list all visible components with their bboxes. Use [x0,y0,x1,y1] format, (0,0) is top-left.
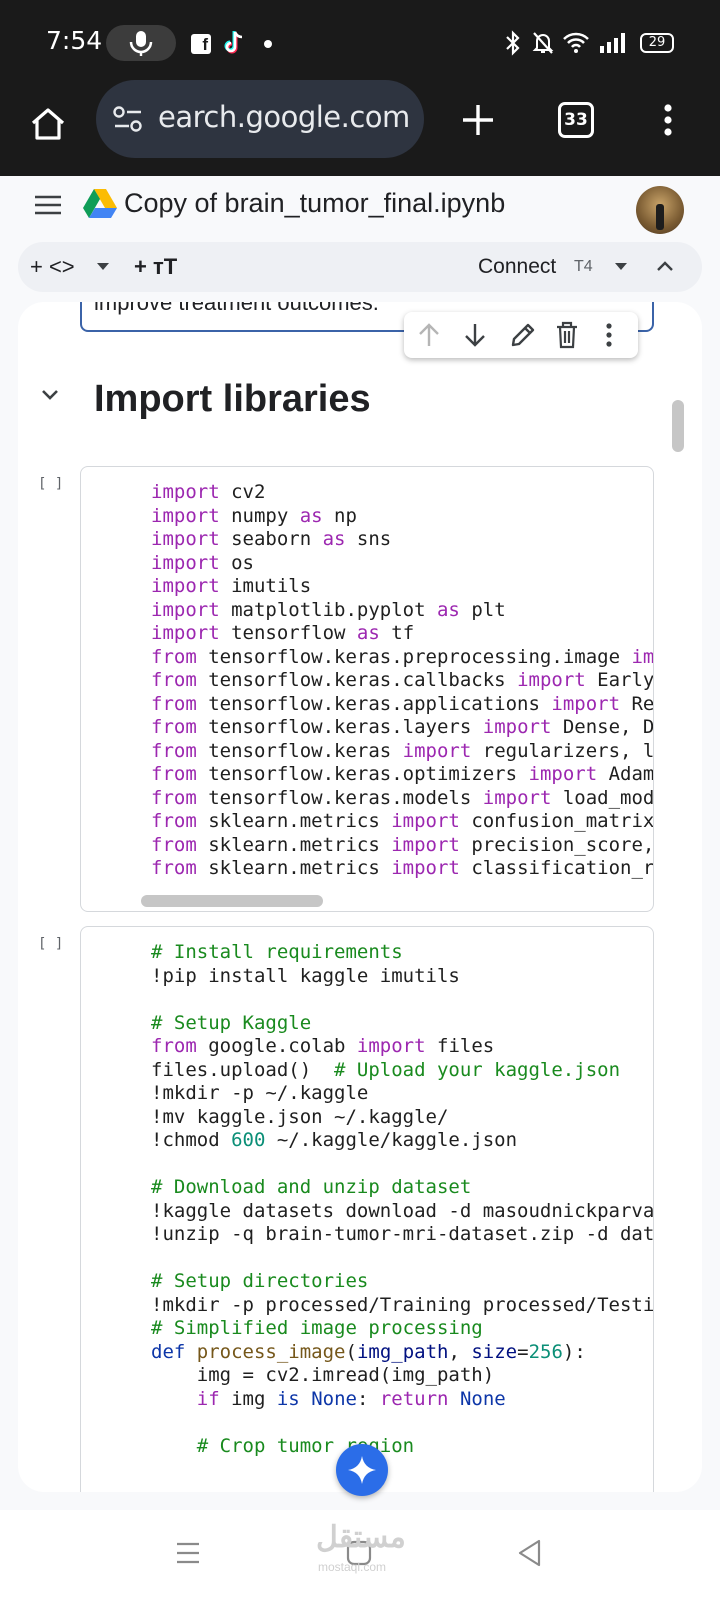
menu-icon[interactable] [34,194,62,216]
code-line: import cv2 [151,481,266,503]
code-line: !pip install kaggle imutils [151,964,460,987]
code-line: !mkdir -p ~/.kaggle [151,1082,369,1104]
recent-apps-icon[interactable] [176,1541,200,1565]
facebook-icon: f [191,34,211,54]
watermark-logo: مستقل [316,1521,406,1554]
notebook-content: improve treatment outcomes. Import libra… [18,302,702,1492]
watermark-url: mostaql.com [318,1560,387,1574]
colab-app: Copy of brain_tumor_final.ipynb + <> + т… [0,176,720,1510]
code-cell-imports[interactable]: import cv2 import numpy as np import seabo… [80,466,654,912]
vertical-scrollbar-thumb[interactable] [672,400,684,452]
notebook-title[interactable]: Copy of brain_tumor_final.ipynb [124,188,505,219]
code-line: !chmod 600 ~/.kaggle/kaggle.json [151,1129,518,1151]
cell-toolbar [404,312,638,358]
battery-indicator: 29 [640,33,674,53]
microphone-icon [129,31,153,56]
code-line: import seaborn as sns [151,528,392,550]
section-heading: Import libraries [94,378,371,420]
delete-icon[interactable] [554,320,580,350]
run-cell-button[interactable]: [ ] [38,936,63,952]
wifi-icon [563,32,589,53]
move-down-icon[interactable] [462,320,488,350]
more-vert-icon[interactable] [604,320,614,350]
site-settings-icon[interactable] [112,104,144,134]
add-text-button[interactable]: + тT [134,254,177,280]
system-navigation-bar: مستقل mostaql.com [0,1510,720,1600]
code-line: from sklearn.metrics import classificati… [151,857,654,879]
gemini-button[interactable] [336,1444,388,1496]
edit-icon[interactable] [508,320,536,350]
google-drive-icon [83,189,117,218]
browser-toolbar: earch.google.com 33 [0,80,720,176]
code-line: import os [151,551,254,574]
code-line: from tensorflow.keras.layers import Dens… [151,716,654,738]
code-line: import imutils [151,575,312,597]
collapse-toolbar-icon[interactable] [656,259,674,273]
signal-strength-icon [600,33,625,53]
code-line: from sklearn.metrics import precision_sc… [151,833,654,856]
code-line: !kaggle datasets download -d masoudnickp… [151,1199,654,1222]
new-tab-icon[interactable] [458,100,498,140]
code-line: from google.colab import files [151,1035,495,1057]
user-avatar[interactable] [636,186,684,234]
code-line: !mv kaggle.json ~/.kaggle/ [151,1105,449,1128]
code-line: files.upload() # Upload your kaggle.json [151,1058,621,1081]
status-time: 7:54 [46,26,103,55]
code-line: # Download and unzip dataset [151,1176,472,1198]
code-line: # Setup directories [151,1270,369,1292]
add-code-button[interactable]: + <> [30,254,75,280]
code-line: import matplotlib.pyplot as plt [151,598,506,621]
tab-switcher-button[interactable]: 33 [558,102,594,138]
mic-indicator [106,25,176,61]
code-editor[interactable]: import cv2 import numpy as np import seabo… [151,481,654,881]
gemini-sparkle-icon [348,1456,376,1484]
address-bar[interactable]: earch.google.com [96,80,424,158]
code-line: from tensorflow.keras.callbacks import E… [151,669,654,691]
code-line: from tensorflow.keras.models import load… [151,786,654,809]
move-up-icon[interactable] [416,320,442,350]
home-icon[interactable] [28,104,68,144]
previous-cell-text: improve treatment outcomes. [94,302,379,315]
section-collapse-icon[interactable] [40,388,60,402]
code-line: # Setup Kaggle [151,1011,312,1034]
notebook-toolbar: + <> + тT Connect T4 [18,242,702,292]
code-line: from tensorflow.keras.preprocessing.imag… [151,645,654,668]
code-line: !unzip -q brain-tumor-mri-dataset.zip -d… [151,1223,654,1245]
code-line: # Install requirements [151,941,403,963]
tiktok-icon [224,31,243,54]
code-line: import tensorflow as tf [151,622,415,644]
code-line: import numpy as np [151,504,357,527]
back-icon[interactable] [516,1538,542,1568]
code-line: # Crop tumor region [196,1434,415,1457]
code-line: if img is None: return None [196,1387,506,1410]
url-text[interactable]: earch.google.com [158,100,410,134]
code-line: from tensorflow.keras.optimizers import … [151,763,654,785]
connect-button[interactable]: Connect [478,255,556,279]
chevron-down-icon[interactable] [96,262,110,272]
notifications-off-icon [532,32,554,54]
runtime-type-label: T4 [574,258,593,275]
horizontal-scrollbar-thumb[interactable] [141,895,323,907]
code-editor[interactable]: # Install requirements !pip install kaggl… [151,941,654,1458]
code-line: from tensorflow.keras import regularizer… [151,739,654,762]
code-line: img = cv2.imread(img_path) [151,1364,495,1386]
more-vert-icon[interactable] [660,100,676,140]
code-line: from sklearn.metrics import confusion_ma… [151,810,654,832]
runtime-dropdown-icon[interactable] [614,262,628,272]
notification-dot-icon [264,40,272,48]
code-line: !mkdir -p processed/Training processed/T… [151,1293,654,1316]
code-line: from tensorflow.keras.applications impor… [151,692,654,715]
code-cell-setup[interactable]: # Install requirements !pip install kaggl… [80,926,654,1492]
code-line: def process_image(img_path, size=256): [151,1340,586,1363]
run-cell-button[interactable]: [ ] [38,476,63,492]
bluetooth-icon [506,30,520,56]
code-line: # Simplified image processing [151,1317,483,1339]
status-bar: 7:54 f 29 [0,0,720,88]
